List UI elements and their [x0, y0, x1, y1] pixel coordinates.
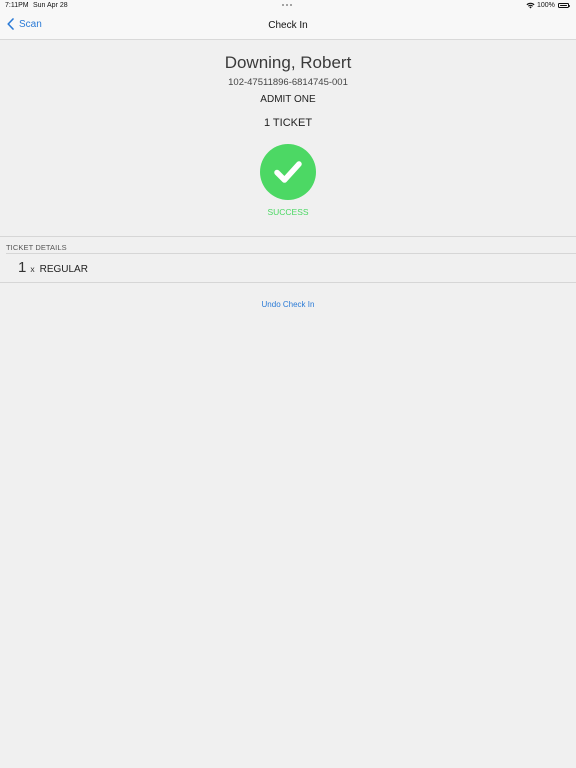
- navigation-bar: Scan Check In: [0, 12, 576, 40]
- divider: [0, 282, 576, 283]
- undo-check-in-button[interactable]: Undo Check In: [0, 300, 576, 309]
- divider: [0, 236, 576, 237]
- check-in-screen: 7:11PM Sun Apr 28 100% Scan Check In Dow…: [0, 0, 576, 768]
- status-time: 7:11PM: [5, 2, 29, 9]
- ticket-quantity: 1: [18, 259, 27, 276]
- battery-icon: [558, 3, 571, 8]
- attendee-name: Downing, Robert: [224, 53, 352, 72]
- checkmark-icon: [274, 161, 302, 183]
- ticket-type: REGULAR: [39, 264, 88, 275]
- ticket-count: 1 TICKET: [263, 117, 313, 129]
- success-label: SUCCESS: [267, 207, 309, 217]
- ticket-details-header: TICKET DETAILS: [6, 243, 67, 252]
- ticket-id: 102-47511896-6814745-001: [228, 77, 348, 88]
- success-badge: [260, 144, 316, 200]
- ticket-detail-row: 1 x REGULAR: [18, 259, 88, 276]
- divider: [6, 253, 576, 254]
- battery-percent: 100%: [537, 2, 555, 9]
- page-title: Check In: [268, 20, 308, 31]
- ticket-multiplier: x: [30, 264, 35, 274]
- status-date: Sun Apr 28: [33, 2, 68, 9]
- multitasking-dots-icon[interactable]: [282, 4, 292, 7]
- wifi-icon: [526, 2, 535, 9]
- admission-type: ADMIT ONE: [260, 94, 316, 105]
- status-bar: 7:11PM Sun Apr 28 100%: [0, 0, 576, 12]
